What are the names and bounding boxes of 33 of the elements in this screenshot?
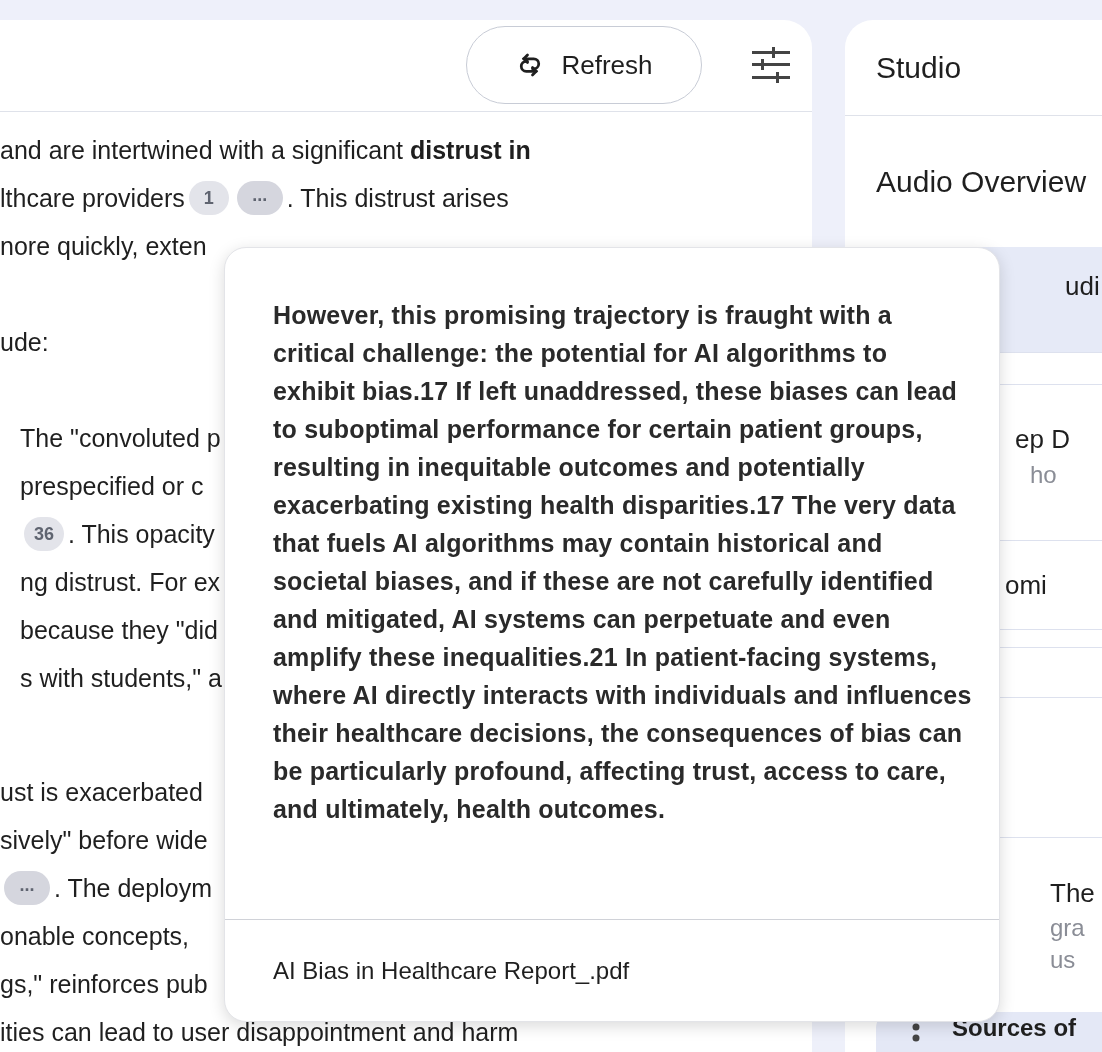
body-text: . This distrust arises (286, 182, 509, 214)
note-preview: gra (1050, 913, 1086, 944)
more-citations-chip[interactable]: ... (236, 180, 283, 215)
note-title: The (1050, 877, 1096, 911)
body-text: s with students," a (20, 662, 223, 694)
body-text: . The deploym (54, 872, 212, 904)
body-text: lthcare providers (0, 182, 185, 214)
body-text: . This opacity (68, 518, 215, 550)
body-text: nore quickly, exten (0, 230, 207, 262)
source-file-name[interactable]: AI Bias in Healthcare Report_.pdf (273, 952, 630, 989)
more-citations-chip[interactable]: ... (4, 870, 50, 905)
tune-icon[interactable] (752, 47, 790, 84)
body-text: gs," reinforces pub (0, 968, 208, 1000)
item-title: omi (1005, 568, 1047, 602)
card-text: udi (1065, 270, 1100, 301)
body-text: The "convoluted p (20, 422, 221, 454)
body-text: and are intertwined with a significant distrust in (0, 134, 531, 166)
body-text: ude: (0, 326, 49, 358)
body-text: ust is exacerbated (0, 776, 203, 808)
item-title: ep D (1015, 422, 1070, 456)
body-text: because they "did (20, 614, 218, 646)
body-text: onable concepts, (0, 920, 190, 952)
body-text: ng distrust. For ex (20, 566, 221, 598)
item-subtitle: ho (1030, 459, 1057, 490)
source-excerpt: However, this promising trajectory is fraught with a critical challenge: the potential for AI algorithms to exhibit bias.17 If left unaddressed, these biases can lead to suboptimal performance for certain patient groups, resulting in inequitable outcomes and potentially exacerbating existing health disparities.17 The very data that fuels AI algorithms may contain historical and societal biases, and if these are not carefully identified and mitigated, AI systems can perpetuate and even amplify these inequalities.21 In patient-facing systems, where AI directly interacts with individuals and influences their healthcare decisions, the consequences of bias can be particularly profound, affecting trust, access to care, and ultimately, health outcomes. (273, 300, 973, 825)
body-text: ities can lead to user disappointment and harm (0, 1016, 519, 1048)
panel-title: Studio (876, 50, 962, 86)
note-preview: us (1050, 945, 1077, 976)
body-text: sively" before wide (0, 824, 208, 856)
citation-chip[interactable]: 1 (188, 180, 229, 215)
body-text: prespecified or c (20, 470, 204, 502)
citation-chip[interactable]: 36 (24, 516, 64, 551)
section-title: Audio Overview (876, 163, 1087, 200)
